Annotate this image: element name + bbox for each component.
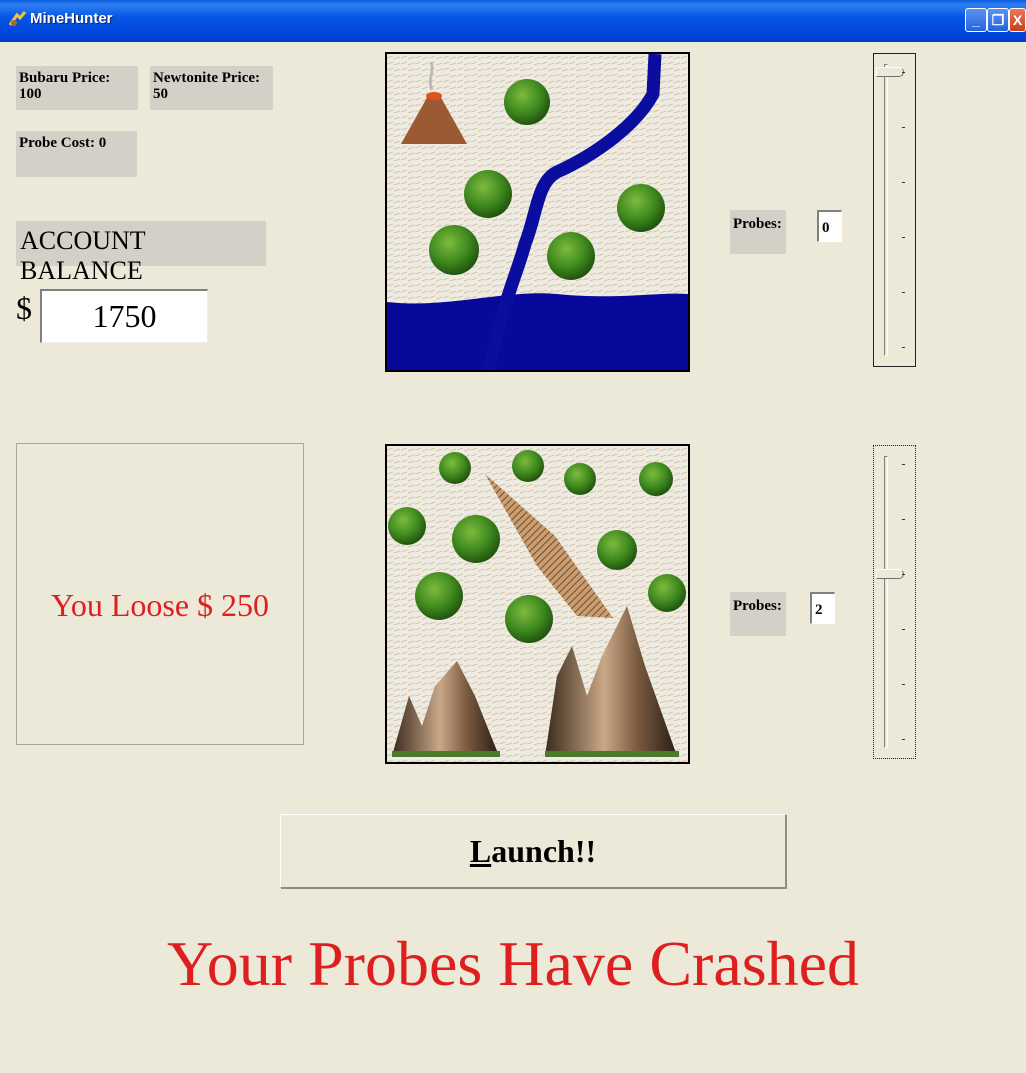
tree-icon — [439, 452, 471, 484]
minehunter-window: MineHunter _ ❐ X Bubaru Price: 100 Newto… — [0, 0, 1026, 1073]
window-title: MineHunter — [30, 10, 113, 27]
tree-icon — [547, 232, 595, 280]
slider-thumb[interactable] — [876, 569, 904, 579]
tree-icon — [429, 225, 479, 275]
site-2-probes-label: Probes: — [730, 592, 786, 636]
tree-icon — [452, 515, 500, 563]
account-balance-field: 1750 — [40, 289, 208, 343]
slider-tick — [902, 127, 905, 128]
maximize-button[interactable]: ❐ — [987, 8, 1009, 32]
minimize-icon: _ — [972, 12, 980, 28]
slider-tick — [902, 629, 905, 630]
slider-track — [884, 64, 888, 356]
bubaru-price-text: Bubaru Price: 100 — [19, 70, 111, 102]
slider-tick — [902, 739, 905, 740]
slider-tick — [902, 237, 905, 238]
site-2-map[interactable] — [385, 444, 690, 764]
newtonite-price-label: Newtonite Price: 50 — [150, 66, 273, 110]
slider-tick — [902, 519, 905, 520]
tree-icon — [617, 184, 665, 232]
tree-icon — [564, 463, 596, 495]
site-1-probe-slider[interactable] — [873, 53, 916, 367]
tree-icon — [388, 507, 426, 545]
account-balance-label: ACCOUNT BALANCE — [16, 221, 266, 285]
site-1-probes-label: Probes: — [730, 210, 786, 254]
slider-track — [884, 456, 888, 748]
tree-icon — [639, 462, 673, 496]
result-text: You Loose $ 250 — [50, 587, 270, 623]
newtonite-price-line1: Newtonite Price: — [153, 70, 261, 86]
launch-label: aunch!! — [491, 833, 597, 869]
close-icon: X — [1012, 12, 1023, 28]
site-1-probes-field[interactable]: 0 — [817, 210, 842, 242]
minimize-button[interactable]: _ — [965, 8, 987, 32]
status-message: Your Probes Have Crashed — [166, 928, 860, 999]
app-icon — [8, 11, 27, 26]
tree-icon — [415, 572, 463, 620]
slider-tick — [902, 292, 905, 293]
title-bar[interactable]: MineHunter _ ❐ X — [0, 0, 1026, 42]
slider-tick — [902, 464, 905, 465]
probe-cost-label: Probe Cost: 0 — [16, 131, 137, 177]
bubaru-price-label: Bubaru Price: 100 — [16, 66, 138, 110]
tree-icon — [512, 450, 544, 482]
tree-icon — [464, 170, 512, 218]
slider-tick — [902, 684, 905, 685]
newtonite-price-line2: 50 — [153, 86, 168, 102]
slider-tick — [902, 347, 905, 348]
launch-mnemonic: L — [469, 833, 492, 869]
slider-tick — [902, 574, 905, 575]
slider-tick — [902, 72, 905, 73]
slider-tick — [902, 182, 905, 183]
result-panel: You Loose $ 250 — [16, 443, 304, 745]
currency-symbol: $ — [16, 290, 32, 326]
launch-button[interactable]: Launch!! — [280, 814, 786, 888]
site-1-map[interactable] — [385, 52, 690, 372]
tree-icon — [505, 595, 553, 643]
tree-icon — [597, 530, 637, 570]
slider-thumb[interactable] — [876, 67, 904, 77]
probe-cost-text: Probe Cost: 0 — [19, 135, 107, 151]
restore-icon: ❐ — [991, 12, 1005, 28]
tree-icon — [648, 574, 686, 612]
close-button[interactable]: X — [1009, 8, 1026, 32]
site-2-probe-slider[interactable] — [873, 445, 916, 759]
site-2-probes-field[interactable]: 2 — [810, 592, 835, 624]
tree-icon — [504, 79, 550, 125]
